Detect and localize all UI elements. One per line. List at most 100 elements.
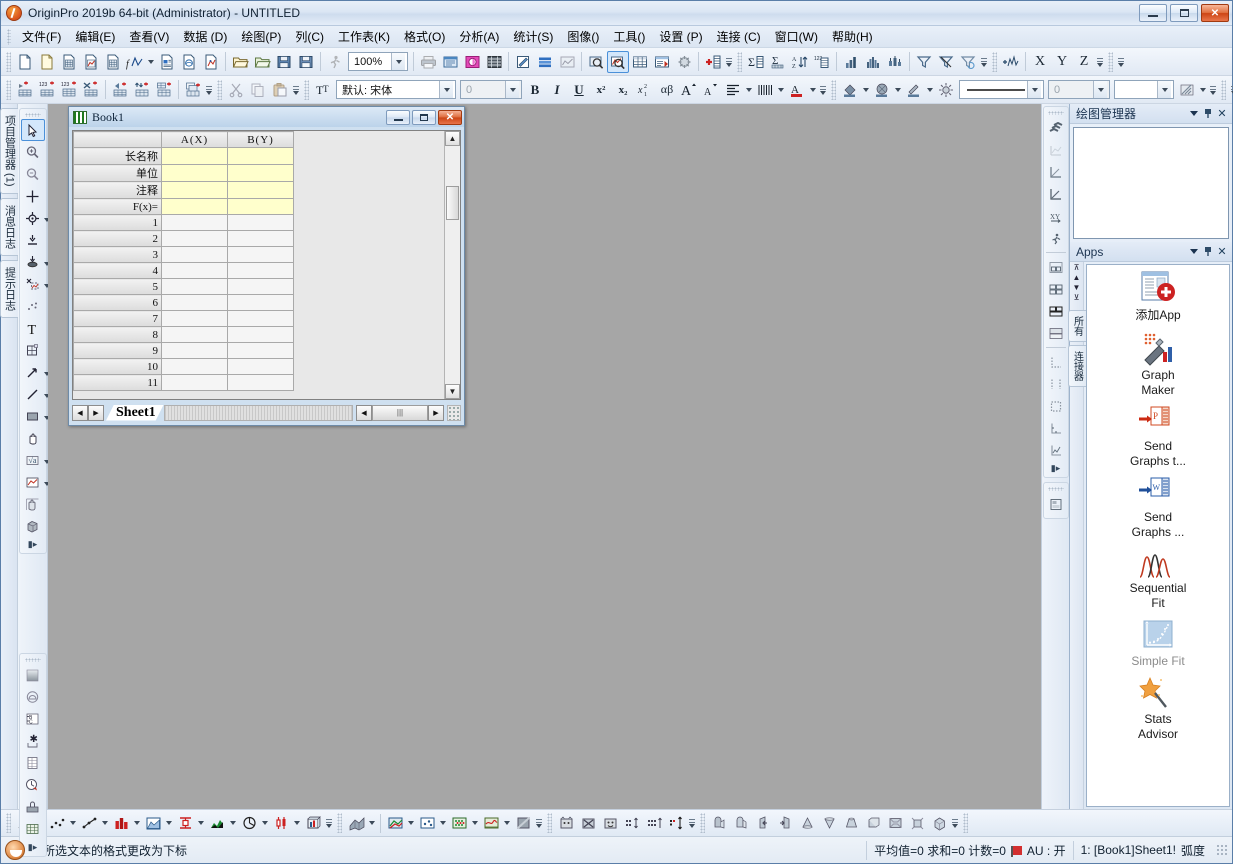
row-header[interactable]: 3: [74, 247, 162, 263]
cell-b8[interactable]: [228, 327, 294, 343]
worksheet-corner-cell[interactable]: [74, 132, 162, 148]
cell-b6[interactable]: [228, 295, 294, 311]
cell-a11[interactable]: [162, 375, 228, 391]
align-dropdown-arrow-icon[interactable]: [744, 79, 754, 101]
pattern-dropdown-arrow-icon[interactable]: [893, 79, 903, 101]
zoom-in-icon[interactable]: [21, 141, 45, 163]
row-header[interactable]: 7: [74, 311, 162, 327]
axis-tick-in-icon[interactable]: [1044, 417, 1068, 439]
font-family-combo[interactable]: 默认: 宋体: [336, 80, 456, 99]
app-item-simple-fit[interactable]: Simple Fit: [1087, 613, 1229, 671]
cell-a4[interactable]: [162, 263, 228, 279]
cell-formula-a[interactable]: [162, 199, 228, 215]
set-as-z-icon[interactable]: Z: [1073, 51, 1095, 73]
scroll-up-icon[interactable]: ▲: [1073, 274, 1081, 282]
object-edit-icon[interactable]: [21, 339, 45, 361]
duplicate-sheet-icon[interactable]: [182, 79, 204, 101]
style-toolbar-overflow[interactable]: [818, 79, 828, 101]
menu-column[interactable]: 列(C): [288, 26, 331, 47]
sidebar-item-hint-log[interactable]: 提示日志: [0, 260, 19, 318]
close-button[interactable]: ✕: [1201, 4, 1229, 22]
paste-icon[interactable]: [269, 79, 291, 101]
analysis-toolbar-overflow[interactable]: [979, 51, 989, 73]
row-header-long-name[interactable]: 长名称: [74, 148, 162, 165]
cell-longname-b[interactable]: [228, 148, 294, 165]
sort-worksheet-icon[interactable]: AZ: [789, 51, 811, 73]
worksheet-grid[interactable]: A(X) B(Y) 长名称 单位: [73, 131, 444, 399]
3d-surface-dropdown-arrow-icon[interactable]: [367, 812, 377, 834]
area-plot-dropdown-arrow-icon[interactable]: [164, 812, 174, 834]
column-toolbar-overflow[interactable]: [1095, 51, 1105, 73]
pointer-select-icon[interactable]: [21, 119, 45, 141]
font-size-combo[interactable]: 0: [460, 80, 522, 99]
hatch-pattern-button[interactable]: [1176, 79, 1198, 101]
row-header[interactable]: 4: [74, 263, 162, 279]
cone-icon[interactable]: [796, 812, 818, 834]
workbook-close-button[interactable]: ✕: [438, 110, 462, 125]
regional-mask-icon[interactable]: [21, 273, 45, 295]
style-tools-grip-icon[interactable]: [25, 658, 41, 662]
underline-button[interactable]: U: [568, 79, 590, 101]
superscript-subscript-button[interactable]: x21: [634, 79, 656, 101]
pattern-button[interactable]: [871, 79, 893, 101]
stock-plot-dropdown-arrow-icon[interactable]: [228, 812, 238, 834]
refresh-filter-icon[interactable]: [957, 51, 979, 73]
line-color-dropdown-arrow-icon[interactable]: [925, 79, 935, 101]
perspective-icon[interactable]: [906, 812, 928, 834]
row-header[interactable]: 5: [74, 279, 162, 295]
line-symbol-dropdown-arrow-icon[interactable]: [100, 812, 110, 834]
cell-units-b[interactable]: [228, 165, 294, 182]
sheet-next-icon[interactable]: ▶: [88, 405, 104, 421]
statistics-on-rows-icon[interactable]: Σ: [767, 51, 789, 73]
cell-a2[interactable]: [162, 231, 228, 247]
cell-b3[interactable]: [228, 247, 294, 263]
stacked-layers-icon[interactable]: [1044, 117, 1068, 139]
fill-pattern-dropdown-arrow-icon[interactable]: [1157, 81, 1171, 98]
tools-expand-button[interactable]: ▮▸: [28, 539, 37, 550]
axis-frame-icon[interactable]: [1044, 395, 1068, 417]
plot-toolbar-overflow[interactable]: [324, 812, 334, 834]
left-layer-icon[interactable]: [752, 812, 774, 834]
bottom-toolbar-tail-grip-icon[interactable]: [963, 813, 968, 833]
standard-toolbar-overflow[interactable]: [724, 51, 734, 73]
object-layout-icon[interactable]: [1044, 493, 1068, 515]
scroll-down-icon[interactable]: ▼: [1073, 284, 1081, 292]
histogram-icon[interactable]: [862, 51, 884, 73]
menu-format[interactable]: 格式(O): [397, 26, 452, 47]
row-header[interactable]: 9: [74, 343, 162, 359]
align-text-button[interactable]: [722, 79, 744, 101]
minimize-button[interactable]: [1139, 4, 1167, 22]
cube-icon[interactable]: [862, 812, 884, 834]
save-project-icon[interactable]: [273, 51, 295, 73]
data-selector-icon[interactable]: [21, 229, 45, 251]
line-style-combo[interactable]: [959, 80, 1044, 99]
scatter-plot-icon[interactable]: [46, 812, 68, 834]
maximize-button[interactable]: [1170, 4, 1198, 22]
clear-filter-icon[interactable]: [935, 51, 957, 73]
cell-a5[interactable]: [162, 279, 228, 295]
gradient-fill-icon[interactable]: [21, 664, 45, 686]
image-toolbar-overflow[interactable]: [687, 812, 697, 834]
plot-manager-close-icon[interactable]: ✕: [1215, 106, 1229, 121]
new-matrix-icon[interactable]: [102, 51, 124, 73]
cell-comments-a[interactable]: [162, 182, 228, 199]
command-window-icon[interactable]: [673, 51, 695, 73]
zoom-dropdown-arrow-icon[interactable]: [391, 53, 405, 70]
worksheet-vertical-scrollbar[interactable]: ▲ ▼: [444, 131, 460, 399]
row-header-comments[interactable]: 注释: [74, 182, 162, 199]
import-multiple-icon[interactable]: [483, 51, 505, 73]
floating-column-icon[interactable]: [174, 812, 196, 834]
plot-manager-menu-icon[interactable]: [1187, 106, 1201, 121]
right-y-axis-icon[interactable]: [1044, 183, 1068, 205]
menu-preferences[interactable]: 设置 (P): [652, 26, 709, 47]
set-as-x-icon[interactable]: X: [1029, 51, 1051, 73]
column-bar-dropdown-arrow-icon[interactable]: [132, 812, 142, 834]
3d-toolbar-overflow[interactable]: [534, 812, 544, 834]
workbook-minimize-button[interactable]: [386, 110, 410, 125]
bold-button[interactable]: B: [524, 79, 546, 101]
menu-grip-icon[interactable]: [7, 29, 11, 45]
fill-uniform-random-icon[interactable]: 123: [58, 79, 80, 101]
menu-file[interactable]: 文件(F): [15, 26, 68, 47]
size-align-icon[interactable]: [665, 812, 687, 834]
scroll-down-icon[interactable]: ▼: [445, 384, 460, 399]
